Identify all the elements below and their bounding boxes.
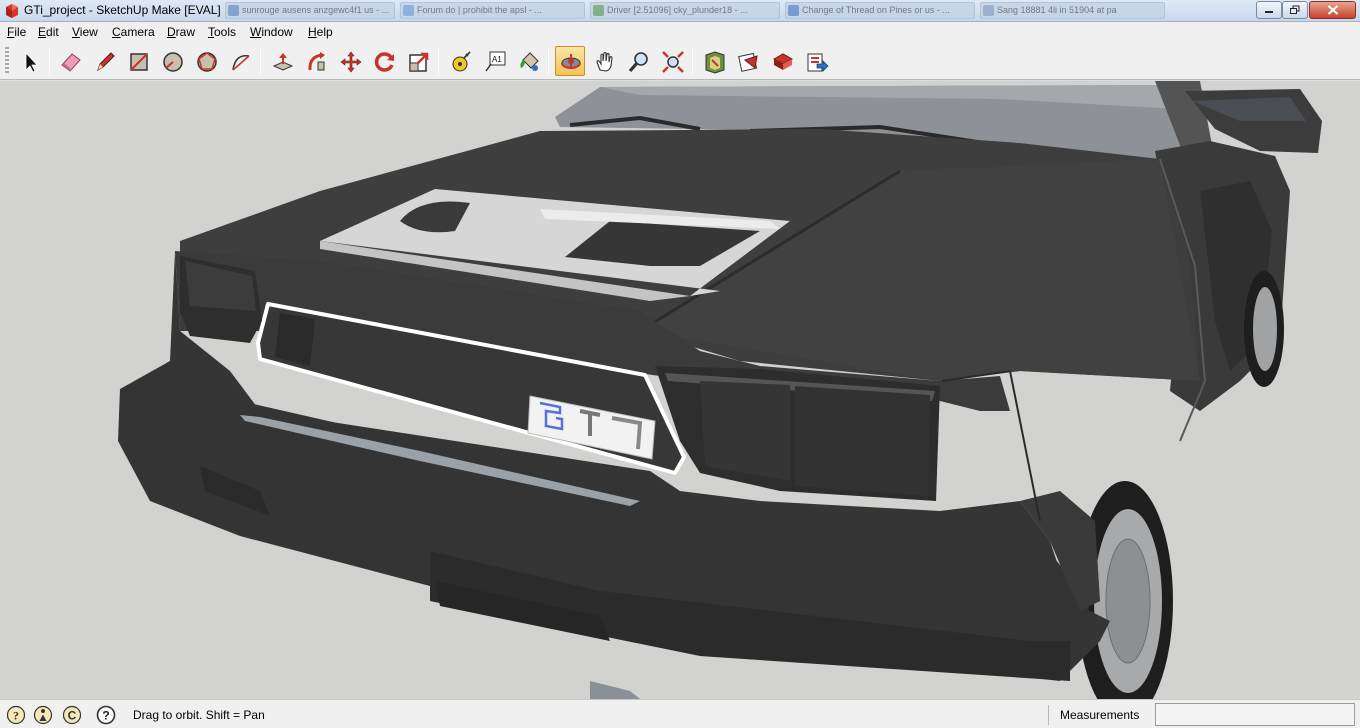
minimize-button[interactable] <box>1256 1 1282 19</box>
circle-tool-button[interactable] <box>157 46 187 76</box>
3d-warehouse-button[interactable] <box>699 46 729 76</box>
move-tool-button[interactable] <box>335 46 365 76</box>
rotate-icon <box>374 52 394 72</box>
menu-edit[interactable]: Edit <box>38 25 59 39</box>
follow-me-icon <box>308 52 325 71</box>
polygon-icon <box>197 52 217 72</box>
scale-tool-button[interactable] <box>403 46 433 76</box>
eraser-tool-button[interactable] <box>55 46 85 76</box>
menu-window[interactable]: Window <box>250 25 293 39</box>
favicon-icon <box>593 5 604 16</box>
zoom-extents-tool-button[interactable] <box>657 46 687 76</box>
text-tool-button[interactable]: A1 <box>479 46 509 76</box>
polygon-tool-button[interactable] <box>191 46 221 76</box>
3d-warehouse-icon <box>705 51 725 74</box>
favicon-icon <box>228 5 239 16</box>
sketchup-app-icon <box>6 4 18 18</box>
zoom-tool-button[interactable] <box>623 46 653 76</box>
background-window-tab[interactable]: Change of Thread on Pines or us - ... <box>785 2 975 19</box>
menu-help[interactable]: Help <box>308 25 333 39</box>
paint-bucket-tool-button[interactable] <box>513 46 543 76</box>
rectangle-tool-button[interactable] <box>123 46 153 76</box>
restore-icon <box>1290 5 1300 14</box>
background-tab-label: Forum do | prohibit the apsl - ... <box>417 5 542 15</box>
status-divider <box>1048 705 1049 725</box>
background-window-tab[interactable]: Forum do | prohibit the apsl - ... <box>400 2 585 19</box>
favicon-icon <box>403 5 414 16</box>
status-bar: ? C ? Drag to orbit. Shift = Pan Measure… <box>0 699 1360 728</box>
window-title: GTi_project - SketchUp Make [EVAL] <box>24 3 221 17</box>
share-component-icon <box>738 52 758 72</box>
copyright-icon[interactable]: C <box>62 705 82 725</box>
share-component-button[interactable] <box>733 46 763 76</box>
menu-bar: File Edit View Camera Draw Tools Window … <box>0 22 1360 42</box>
zoom-icon <box>628 52 648 73</box>
tape-measure-tool-button[interactable] <box>445 46 475 76</box>
toolbar-grip[interactable] <box>5 47 9 75</box>
select-tool-button[interactable] <box>14 46 44 76</box>
follow-me-tool-button[interactable] <box>301 46 331 76</box>
select-arrow-icon <box>25 51 38 73</box>
move-icon <box>340 51 362 73</box>
arc-tool-button[interactable] <box>225 46 255 76</box>
status-hint-text: Drag to orbit. Shift = Pan <box>133 708 265 722</box>
rotate-tool-button[interactable] <box>369 46 399 76</box>
background-tab-label: Driver [2.51096] cky_plunder18 - ... <box>607 5 748 15</box>
background-window-tab[interactable]: Sang 18881 4li in 51904 at pa <box>980 2 1165 19</box>
title-bar: GTi_project - SketchUp Make [EVAL] sunro… <box>0 0 1360 22</box>
svg-text:?: ? <box>13 709 19 723</box>
credits-icon[interactable] <box>33 705 53 725</box>
help-icon[interactable]: ? <box>96 705 116 725</box>
push-pull-icon <box>272 53 294 71</box>
background-window-tab[interactable]: Driver [2.51096] cky_plunder18 - ... <box>590 2 780 19</box>
arc-icon <box>232 55 250 71</box>
background-tab-label: Change of Thread on Pines or us - ... <box>802 5 950 15</box>
rectangle-icon <box>130 53 148 71</box>
svg-text:C: C <box>68 709 77 723</box>
zoom-extents-icon <box>662 51 684 73</box>
share-model-icon <box>807 53 829 72</box>
main-toolbar: A1 <box>0 42 1360 80</box>
svg-text:?: ? <box>102 709 109 723</box>
measurements-input[interactable] <box>1155 703 1355 726</box>
modeling-viewport[interactable] <box>0 81 1360 699</box>
pan-hand-icon <box>596 51 613 72</box>
pencil-icon <box>97 52 115 72</box>
close-button[interactable] <box>1309 1 1356 19</box>
svg-text:A1: A1 <box>492 55 502 64</box>
geo-location-icon[interactable]: ? <box>6 705 26 725</box>
tape-measure-icon <box>452 51 471 72</box>
menu-tools[interactable]: Tools <box>208 25 236 39</box>
favicon-icon <box>983 5 994 16</box>
menu-camera[interactable]: Camera <box>112 25 155 39</box>
favicon-icon <box>788 5 799 16</box>
scale-icon <box>409 52 429 72</box>
push-pull-tool-button[interactable] <box>267 46 297 76</box>
background-window-tab[interactable]: sunrouge ausens anzgewc4f1 us - ... <box>225 2 395 19</box>
orbit-icon <box>561 54 581 69</box>
background-tab-label: sunrouge ausens anzgewc4f1 us - ... <box>242 5 390 15</box>
share-model-button[interactable] <box>801 46 831 76</box>
line-tool-button[interactable] <box>89 46 119 76</box>
text-icon: A1 <box>485 51 506 72</box>
pan-tool-button[interactable] <box>589 46 619 76</box>
orbit-tool-button[interactable] <box>555 46 585 76</box>
restore-button[interactable] <box>1282 1 1308 19</box>
menu-file[interactable]: File <box>7 25 26 39</box>
paint-bucket-icon <box>520 52 539 71</box>
close-icon <box>1327 5 1338 15</box>
menu-draw[interactable]: Draw <box>167 25 195 39</box>
background-tab-label: Sang 18881 4li in 51904 at pa <box>997 5 1117 15</box>
eraser-icon <box>61 53 81 72</box>
measurements-label: Measurements <box>1060 708 1140 722</box>
3d-model-viewport[interactable] <box>0 81 1360 699</box>
extension-warehouse-button[interactable] <box>767 46 797 76</box>
circle-icon <box>163 52 183 72</box>
extension-warehouse-icon <box>772 53 794 70</box>
menu-view[interactable]: View <box>72 25 98 39</box>
minimize-icon <box>1265 11 1273 13</box>
